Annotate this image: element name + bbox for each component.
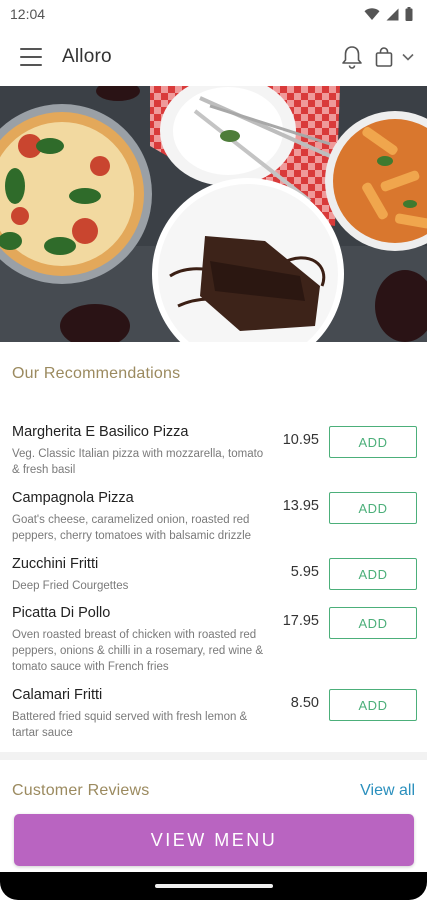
- hamburger-menu-icon[interactable]: [20, 48, 42, 66]
- app-actions: [341, 45, 415, 69]
- item-price: 17.95: [282, 613, 319, 629]
- wifi-icon: [364, 7, 380, 20]
- signal-icon: [386, 8, 399, 20]
- status-time: 12:04: [10, 6, 46, 22]
- item-name: Calamari Fritti: [12, 687, 103, 703]
- system-nav-bar: [0, 872, 427, 900]
- cart-button[interactable]: [375, 47, 415, 67]
- view-menu-button[interactable]: VIEW MENU: [14, 814, 414, 866]
- add-button[interactable]: ADD: [329, 426, 417, 458]
- app-bar: Alloro: [0, 28, 427, 86]
- bell-icon: [342, 46, 362, 69]
- item-price: 5.95: [290, 564, 319, 580]
- home-handle[interactable]: [154, 884, 273, 888]
- item-description: Veg. Classic Italian pizza with mozzarel…: [12, 448, 264, 476]
- recommendations-title: Our Recommendations: [12, 365, 181, 382]
- item-description: Battered fried squid served with fresh l…: [12, 711, 248, 739]
- shopping-bag-icon: [375, 47, 393, 67]
- chevron-down-icon[interactable]: [401, 52, 415, 62]
- item-price: 13.95: [282, 498, 319, 514]
- item-name: Zucchini Fritti: [12, 556, 99, 572]
- battery-icon: [405, 7, 413, 21]
- status-icons: [364, 7, 413, 21]
- status-bar: 12:04: [0, 0, 427, 28]
- item-description: Deep Fried Courgettes: [12, 580, 129, 592]
- app-title: Alloro: [62, 46, 112, 67]
- item-price: 8.50: [290, 695, 319, 711]
- item-price: 10.95: [282, 432, 319, 448]
- notifications-button[interactable]: [341, 45, 363, 69]
- section-divider: [0, 752, 427, 760]
- item-name: Margherita E Basilico Pizza: [12, 424, 189, 440]
- hero-food-image: [0, 86, 427, 342]
- item-description: Oven roasted breast of chicken with roas…: [12, 629, 263, 673]
- item-name: Picatta Di Pollo: [12, 605, 111, 621]
- add-button[interactable]: ADD: [329, 607, 417, 639]
- add-button[interactable]: ADD: [329, 492, 417, 524]
- reviews-title: Customer Reviews: [12, 782, 150, 799]
- reviews-header: Customer Reviews View all: [0, 780, 427, 804]
- add-button[interactable]: ADD: [329, 558, 417, 590]
- add-button[interactable]: ADD: [329, 689, 417, 721]
- item-name: Campagnola Pizza: [12, 490, 134, 506]
- item-description: Goat's cheese, caramelized onion, roaste…: [12, 514, 252, 542]
- view-all-link[interactable]: View all: [360, 782, 415, 800]
